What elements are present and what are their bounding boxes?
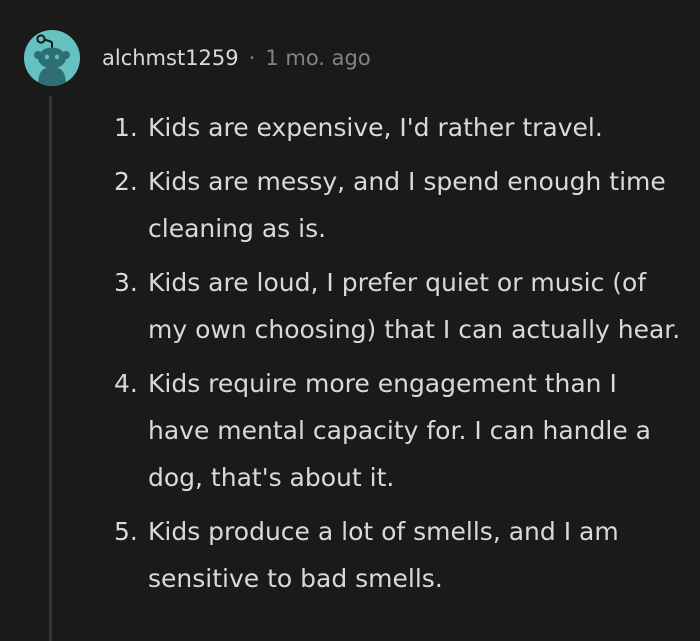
reddit-snoo-avatar-icon	[34, 34, 70, 86]
thread-line[interactable]	[49, 96, 52, 641]
list-item-text: Kids are messy, and I spend enough time …	[148, 167, 666, 243]
list-item-text: Kids require more engagement than I have…	[148, 369, 651, 492]
avatar[interactable]	[24, 30, 80, 86]
list-item-number: 4.	[114, 369, 138, 398]
username-link[interactable]: alchmst1259	[102, 47, 239, 69]
comment-meta: alchmst1259 · 1 mo. ago	[102, 45, 371, 70]
comment-body-list: 1. Kids are expensive, I'd rather travel…	[114, 104, 684, 609]
list-item-number: 3.	[114, 268, 138, 297]
list-item-text: Kids are expensive, I'd rather travel.	[148, 113, 603, 142]
list-item-number: 2.	[114, 167, 138, 196]
list-item: 5. Kids produce a lot of smells, and I a…	[114, 508, 684, 602]
list-item-text: Kids are loud, I prefer quiet or music (…	[148, 268, 681, 344]
list-item-text: Kids produce a lot of smells, and I am s…	[148, 517, 619, 593]
list-item: 4. Kids require more engagement than I h…	[114, 360, 684, 501]
separator-dot: ·	[248, 45, 256, 70]
timestamp[interactable]: 1 mo. ago	[265, 47, 370, 69]
list-item: 2. Kids are messy, and I spend enough ti…	[114, 158, 684, 252]
list-item: 3. Kids are loud, I prefer quiet or musi…	[114, 259, 684, 353]
list-item: 1. Kids are expensive, I'd rather travel…	[114, 104, 684, 151]
list-item-number: 5.	[114, 517, 138, 546]
list-item-number: 1.	[114, 113, 138, 142]
comment-header: alchmst1259 · 1 mo. ago	[24, 30, 371, 86]
comment: alchmst1259 · 1 mo. ago 1. Kids are expe…	[0, 0, 700, 641]
